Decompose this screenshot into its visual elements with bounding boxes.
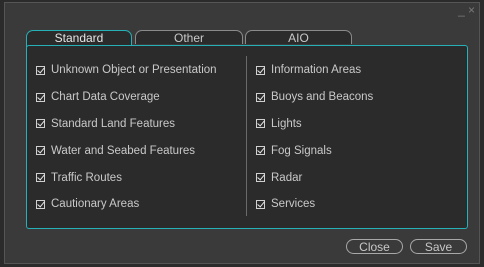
checkbox-label: Buoys and Beacons	[271, 91, 374, 104]
checkbox-label: Radar	[271, 171, 303, 184]
checkbox-label: Fog Signals	[271, 144, 332, 157]
checkbox-checked-icon[interactable]	[36, 199, 45, 209]
checkbox-radar[interactable]: Radar	[256, 164, 373, 191]
checkbox-traffic-routes[interactable]: Traffic Routes	[36, 164, 217, 191]
close-button[interactable]: Close	[346, 239, 403, 254]
standard-tab-panel: Unknown Object or Presentation Chart Dat…	[26, 45, 468, 229]
checkbox-checked-icon[interactable]	[36, 119, 45, 129]
checkbox-water-seabed-features[interactable]: Water and Seabed Features	[36, 137, 217, 164]
checkbox-checked-icon[interactable]	[36, 146, 45, 156]
checkbox-checked-icon[interactable]	[256, 119, 265, 129]
checkbox-label: Chart Data Coverage	[51, 91, 160, 104]
checkbox-checked-icon[interactable]	[256, 65, 265, 75]
checkbox-buoys-beacons[interactable]: Buoys and Beacons	[256, 84, 373, 111]
close-window-icon[interactable]: ×	[467, 3, 477, 17]
minimize-icon[interactable]: _	[457, 3, 467, 17]
checkbox-information-areas[interactable]: Information Areas	[256, 57, 373, 84]
checkbox-services[interactable]: Services	[256, 191, 373, 218]
checkbox-label: Water and Seabed Features	[51, 144, 196, 157]
tab-aio[interactable]: AIO	[245, 30, 352, 45]
right-checkbox-column: Information Areas Buoys and Beacons Ligh…	[256, 57, 373, 218]
checkbox-fog-signals[interactable]: Fog Signals	[256, 137, 373, 164]
checkbox-checked-icon[interactable]	[256, 199, 265, 209]
checkbox-standard-land-features[interactable]: Standard Land Features	[36, 111, 217, 138]
checkbox-checked-icon[interactable]	[256, 173, 265, 183]
checkbox-label: Information Areas	[271, 64, 362, 77]
checkbox-unknown-object[interactable]: Unknown Object or Presentation	[36, 57, 217, 84]
checkbox-label: Services	[271, 198, 316, 211]
save-button[interactable]: Save	[410, 239, 467, 254]
checkbox-label: Traffic Routes	[51, 171, 122, 184]
checkbox-lights[interactable]: Lights	[256, 111, 373, 138]
checkbox-cautionary-areas[interactable]: Cautionary Areas	[36, 191, 217, 218]
checkbox-checked-icon[interactable]	[36, 173, 45, 183]
checkbox-checked-icon[interactable]	[256, 146, 265, 156]
checkbox-chart-data-coverage[interactable]: Chart Data Coverage	[36, 84, 217, 111]
tab-other[interactable]: Other	[135, 30, 243, 45]
checkbox-checked-icon[interactable]	[36, 65, 45, 75]
checkbox-label: Standard Land Features	[51, 117, 176, 130]
column-divider	[246, 56, 247, 216]
checkbox-checked-icon[interactable]	[256, 92, 265, 102]
left-checkbox-column: Unknown Object or Presentation Chart Dat…	[36, 57, 217, 218]
checkbox-label: Cautionary Areas	[51, 198, 140, 211]
checkbox-label: Unknown Object or Presentation	[51, 64, 217, 77]
window-controls: _ ×	[457, 3, 477, 17]
checkbox-label: Lights	[271, 117, 302, 130]
checkbox-checked-icon[interactable]	[36, 92, 45, 102]
